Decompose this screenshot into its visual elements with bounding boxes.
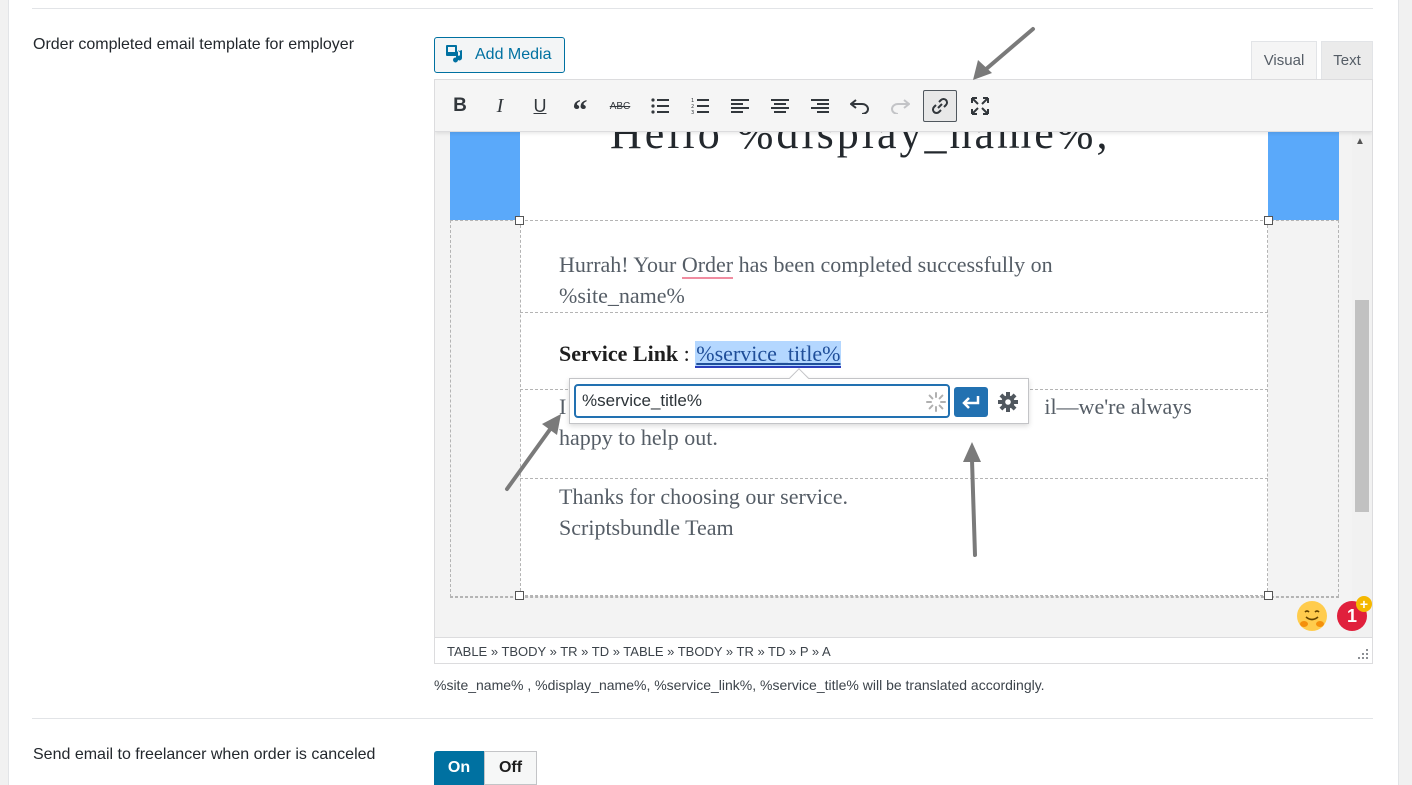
rich-text-editor: B I U “ ABC 1 2 3 Hello %display_name%, … xyxy=(434,79,1373,664)
bold-button[interactable]: B xyxy=(443,90,477,122)
italic-button[interactable]: I xyxy=(483,90,517,122)
email-header: Hello %display_name%, xyxy=(520,132,1268,220)
fullscreen-button[interactable] xyxy=(963,90,997,122)
message-text: I xyxy=(559,394,567,419)
media-icon xyxy=(445,43,467,68)
undo-icon xyxy=(850,99,869,114)
resize-handle[interactable] xyxy=(515,591,524,600)
element-path: TABLE » TBODY » TR » TD » TABLE » TBODY … xyxy=(435,637,1372,663)
link-url-input[interactable] xyxy=(574,384,950,418)
align-left-icon xyxy=(731,99,749,113)
link-edit-popup xyxy=(569,368,1029,424)
service-link-line: Service Link : %service_title% xyxy=(559,338,842,369)
cancel-email-label: Send email to freelancer when order is c… xyxy=(33,746,376,763)
quote-icon: “ xyxy=(572,94,588,127)
align-right-button[interactable] xyxy=(803,90,837,122)
table-footer-row xyxy=(450,597,1339,637)
tab-visual[interactable]: Visual xyxy=(1251,41,1317,79)
editor-content[interactable]: Hello %display_name%, Hurrah! Your Order… xyxy=(435,132,1352,637)
editor-toolbar: B I U “ ABC 1 2 3 xyxy=(435,80,1372,132)
spellcheck-word: Order xyxy=(681,252,734,279)
add-media-button[interactable]: Add Media xyxy=(434,37,565,73)
add-media-label: Add Media xyxy=(475,46,552,63)
underline-icon: U xyxy=(533,95,547,116)
redo-icon xyxy=(891,99,910,114)
align-right-icon xyxy=(811,99,829,113)
blockquote-button[interactable]: “ xyxy=(563,90,597,126)
resize-handle[interactable] xyxy=(515,216,524,225)
fullscreen-icon xyxy=(971,97,989,115)
message-text: happy to help out. xyxy=(559,425,718,450)
link-button[interactable] xyxy=(923,90,957,122)
strikethrough-icon: ABC xyxy=(609,100,631,112)
tab-text[interactable]: Text xyxy=(1321,41,1373,79)
svg-text:3: 3 xyxy=(691,110,694,115)
row-divider xyxy=(520,478,1268,479)
hugging-emoji-icon[interactable] xyxy=(1297,601,1327,631)
undo-button[interactable] xyxy=(843,90,877,122)
message-text: has been completed successfully on xyxy=(733,252,1053,277)
divider xyxy=(32,8,1373,9)
apply-link-button[interactable] xyxy=(954,387,988,417)
link-icon xyxy=(931,97,949,115)
numbered-list-button[interactable]: 1 2 3 xyxy=(683,90,717,122)
numbered-list-icon: 1 2 3 xyxy=(691,98,709,115)
row-divider xyxy=(520,312,1268,313)
divider xyxy=(32,718,1373,719)
site-name-placeholder: %site_name% xyxy=(559,283,685,308)
template-label: Order completed email template for emplo… xyxy=(33,36,355,53)
underline-button[interactable]: U xyxy=(523,90,557,122)
toggle-off-button[interactable]: Off xyxy=(484,751,537,785)
service-link-label: Service Link xyxy=(559,341,679,366)
bullet-list-button[interactable] xyxy=(643,90,677,122)
bullet-list-icon xyxy=(651,98,669,114)
scroll-up-arrow-icon[interactable]: ▲ xyxy=(1355,136,1365,147)
italic-icon: I xyxy=(496,94,504,117)
service-title-link[interactable]: %service_title% xyxy=(695,341,842,368)
strikethrough-button[interactable]: ABC xyxy=(603,90,637,122)
loading-spinner-icon xyxy=(926,392,946,412)
plus-icon: + xyxy=(1356,596,1372,612)
header-accent-left xyxy=(450,132,520,220)
bold-icon: B xyxy=(453,95,467,116)
header-accent-right xyxy=(1268,132,1339,220)
separator: : xyxy=(678,341,696,366)
greeting-heading: Hello %display_name%, xyxy=(610,132,1111,158)
toggle-on-button[interactable]: On xyxy=(434,751,484,785)
align-left-button[interactable] xyxy=(723,90,757,122)
thanks-text: Thanks for choosing our service. xyxy=(559,484,848,509)
resize-grip-icon[interactable] xyxy=(1358,649,1368,659)
placeholder-help-text: %site_name% , %display_name%, %service_l… xyxy=(434,677,1045,693)
scrollbar-thumb[interactable] xyxy=(1355,300,1369,512)
message-text: Hurrah! Your xyxy=(559,252,682,277)
completed-message: Hurrah! Your Order has been completed su… xyxy=(559,249,1053,311)
align-center-icon xyxy=(771,99,789,113)
resize-handle[interactable] xyxy=(1264,591,1273,600)
redo-button[interactable] xyxy=(883,90,917,122)
link-options-button[interactable] xyxy=(994,388,1022,416)
team-name: Scriptsbundle Team xyxy=(559,515,734,540)
signoff: Thanks for choosing our service. Scripts… xyxy=(559,481,848,543)
gear-icon xyxy=(998,392,1018,412)
enter-icon xyxy=(962,396,980,409)
align-center-button[interactable] xyxy=(763,90,797,122)
message-text: il—we're always xyxy=(1044,394,1192,419)
resize-handle[interactable] xyxy=(1264,216,1273,225)
